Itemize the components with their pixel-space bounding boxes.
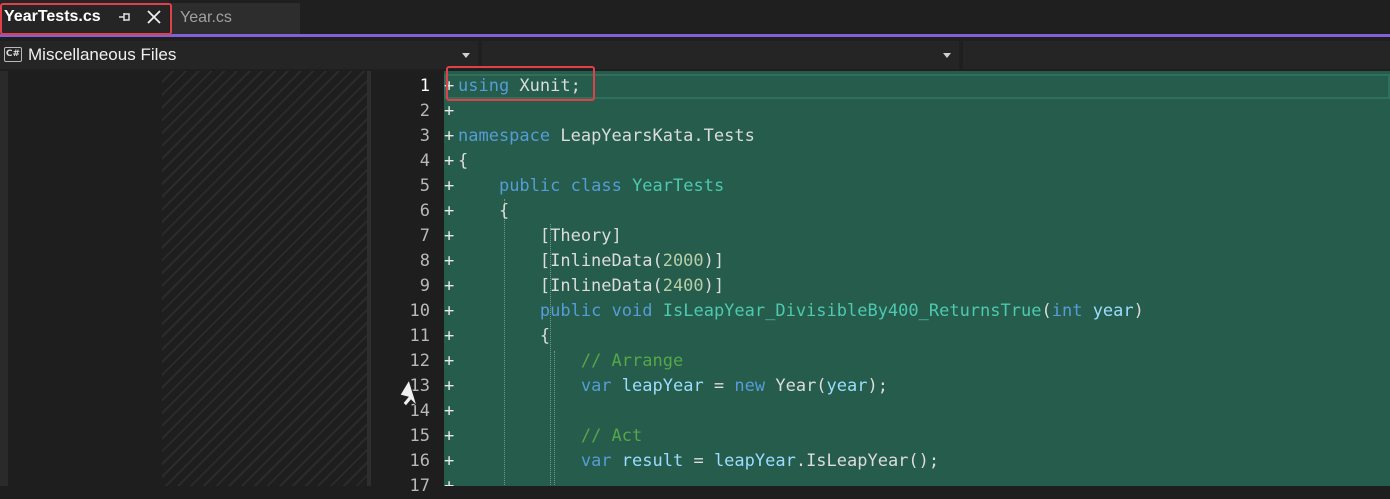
code-line: namespace LeapYearsKata.Tests — [458, 126, 755, 146]
code-line: { — [458, 151, 469, 171]
line-number: 8 — [419, 251, 430, 271]
added-line-marker: + — [444, 401, 455, 421]
line-number: 15 — [409, 426, 430, 446]
type-dropdown[interactable] — [482, 41, 959, 69]
added-line-marker: + — [444, 151, 455, 171]
tab-year-cs-label: Year.cs — [180, 9, 232, 26]
line-number: 7 — [419, 226, 430, 246]
added-line-marker: + — [444, 201, 455, 221]
code-line: [InlineData(2000)] — [458, 251, 725, 271]
added-line-marker: + — [444, 226, 455, 246]
added-line-marker: + — [444, 351, 455, 371]
line-number: 3 — [419, 126, 430, 146]
added-line-marker: + — [444, 301, 455, 321]
line-number: 4 — [419, 151, 430, 171]
csharp-file-icon: C# — [4, 47, 22, 62]
code-editor[interactable]: + + + + + + + + + + + + + + + + + using … — [444, 71, 1390, 486]
added-line-marker: + — [444, 176, 455, 196]
added-line-marker: + — [444, 126, 455, 146]
code-line: // Arrange — [580, 351, 684, 371]
chevron-down-icon — [943, 53, 951, 58]
added-line-marker: + — [444, 476, 455, 486]
line-number: 16 — [409, 451, 430, 471]
chevron-down-icon — [462, 53, 470, 58]
highlight-box-using-line — [446, 66, 595, 101]
line-number: 10 — [409, 301, 430, 321]
added-line-marker: + — [444, 451, 455, 471]
tab-year-cs[interactable]: Year.cs — [170, 3, 300, 34]
added-line-marker: + — [444, 251, 455, 271]
project-dropdown[interactable]: C# Miscellaneous Files — [0, 41, 478, 69]
added-line-marker: + — [444, 276, 455, 296]
highlight-box-tab — [0, 3, 172, 35]
line-number: 11 — [409, 326, 430, 346]
code-line: var leapYear = new Year(year); — [580, 376, 888, 396]
member-dropdown[interactable] — [963, 41, 1390, 69]
mouse-cursor-icon — [399, 378, 418, 407]
project-dropdown-label: Miscellaneous Files — [28, 45, 177, 64]
line-number: 6 — [419, 201, 430, 221]
added-line-marker: + — [444, 326, 455, 346]
navigation-bar: C# Miscellaneous Files — [0, 37, 1390, 71]
code-line: [Theory] — [458, 226, 622, 246]
line-number: 5 — [419, 176, 430, 196]
code-line: var result = leapYear.IsLeapYear(); — [580, 451, 940, 471]
panel-edge — [0, 71, 8, 486]
code-line: [InlineData(2400)] — [458, 276, 725, 296]
added-line-marker: + — [444, 376, 455, 396]
added-line-marker: + — [444, 101, 455, 121]
code-line: { — [458, 201, 510, 221]
hatched-margin — [162, 71, 367, 486]
line-number: 2 — [419, 101, 430, 121]
code-line: public class YearTests — [498, 176, 725, 196]
line-number: 1 — [419, 76, 430, 96]
margin-separator[interactable] — [367, 71, 371, 486]
editor-margin-panel: 1 2 3 4 5 6 7 8 9 10 11 12 13 14 15 16 1… — [0, 71, 444, 496]
line-number: 12 — [409, 351, 430, 371]
code-line: { — [458, 326, 551, 346]
added-line-marker: + — [444, 426, 455, 446]
line-number: 9 — [419, 276, 430, 296]
code-line: // Act — [580, 426, 643, 446]
document-tab-strip: YearTests.cs Year.cs — [0, 0, 1390, 34]
code-line: public void IsLeapYear_DivisibleBy400_Re… — [539, 301, 1144, 321]
line-number: 17 — [409, 476, 430, 496]
